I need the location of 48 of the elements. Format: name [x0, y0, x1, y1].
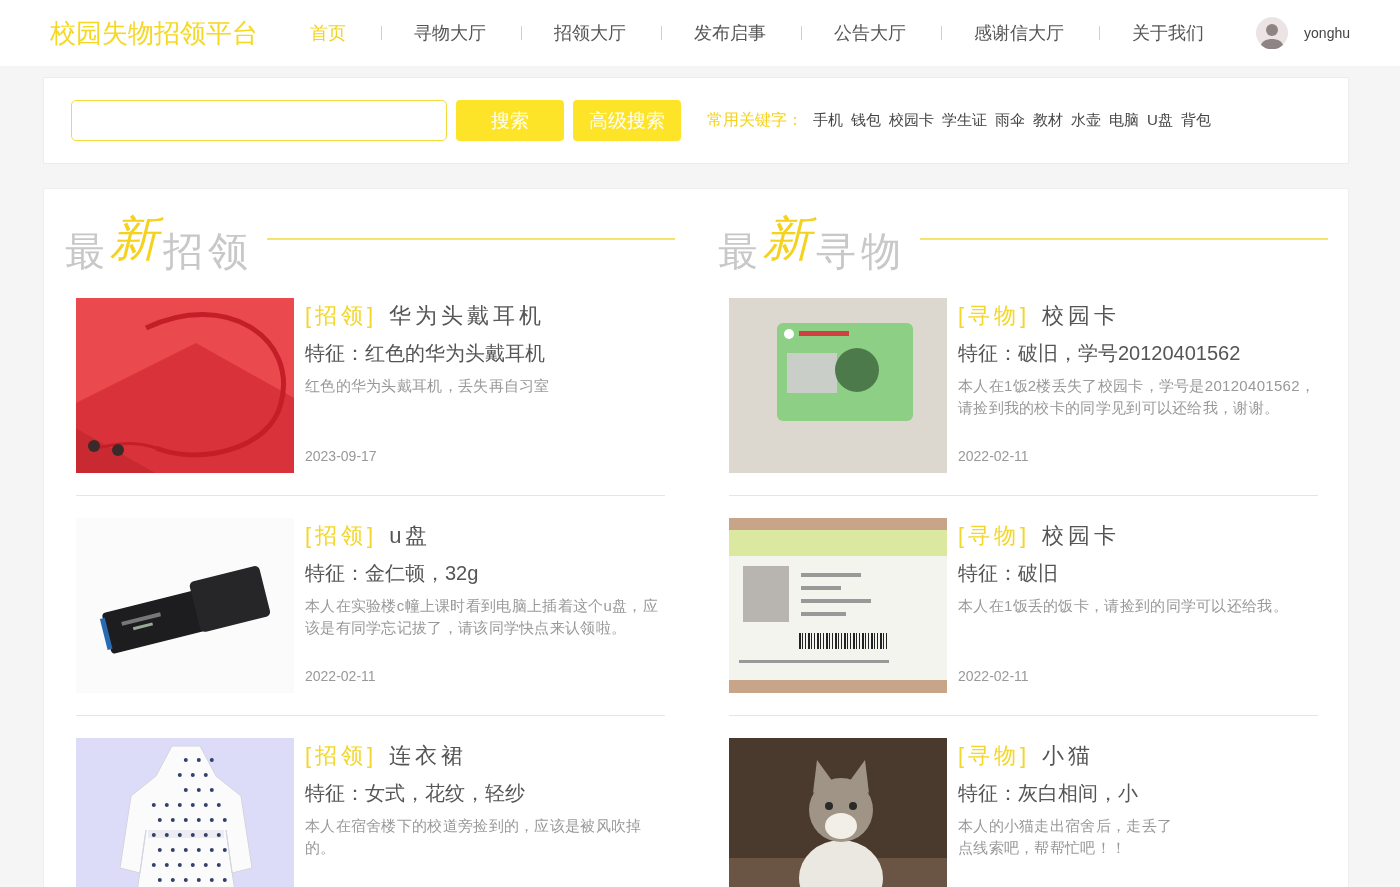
keyword-link[interactable]: 水壶	[1071, 111, 1101, 130]
category-tag: [寻物]	[958, 301, 1031, 331]
search-field[interactable]	[71, 100, 447, 141]
category-tag: [寻物]	[958, 741, 1031, 771]
keyword-link[interactable]: 教材	[1033, 111, 1063, 130]
item-title[interactable]: u盘	[389, 521, 432, 551]
nav-link[interactable]: 关于我们	[1132, 21, 1204, 45]
keyword-link[interactable]: 校园卡	[889, 111, 934, 130]
username-label[interactable]: yonghu	[1304, 25, 1350, 41]
item-feature: 特征：破旧，学号20120401562	[958, 341, 1242, 366]
item-title[interactable]: 连衣裙	[389, 741, 468, 771]
nav-link[interactable]: 发布启事	[694, 21, 766, 45]
item-description: 本人的小猫走出宿舍后，走丢了 点线索吧，帮帮忙吧！！	[958, 816, 1174, 858]
item-date: 2023-09-17	[305, 448, 378, 466]
keyword-link[interactable]: 电脑	[1109, 111, 1139, 130]
category-tag: [寻物]	[958, 521, 1031, 551]
item-description: 红色的华为头戴耳机，丢失再自习室	[305, 376, 551, 396]
item-title[interactable]: 校园卡	[1042, 521, 1121, 551]
keyword-link[interactable]: 雨伞	[995, 111, 1025, 130]
category-tag: [招领]	[305, 301, 378, 331]
keyword-link[interactable]: 钱包	[851, 111, 881, 130]
item-feature: 特征：女式，花纹，轻纱	[305, 781, 526, 806]
item-description: 本人在宿舍楼下的校道旁捡到的，应该是被风吹掉的。	[305, 816, 643, 858]
keyword-link[interactable]: 背包	[1180, 111, 1211, 130]
item-description: 本人在1饭2楼丢失了校园卡，学号是20120401562，请捡到我的校卡的同学见到可以还给我，谢谢。	[958, 376, 1317, 418]
nav-link[interactable]: 公告大厅	[834, 21, 906, 45]
keyword-link[interactable]: U盘	[1147, 111, 1173, 130]
item-description: 本人在1饭丢的饭卡，请捡到的同学可以还给我。	[958, 596, 1289, 616]
item-feature: 特征：灰白相间，小	[958, 781, 1139, 806]
item-date: 2022-02-11	[958, 668, 1030, 686]
keywords-label: 常用关键字：	[707, 110, 803, 130]
keyword-link[interactable]: 手机	[813, 111, 843, 130]
nav-link[interactable]: 感谢信大厅	[974, 21, 1064, 45]
item-feature: 特征：破旧	[958, 561, 1059, 586]
item-date: 2022-02-11	[958, 448, 1030, 466]
item-title[interactable]: 校园卡	[1042, 301, 1121, 331]
item-feature: 特征：红色的华为头戴耳机	[305, 341, 546, 366]
avatar-icon[interactable]	[1256, 17, 1289, 49]
nav-link[interactable]: 招领大厅	[554, 21, 626, 45]
keyword-link[interactable]: 学生证	[942, 111, 987, 130]
item-title[interactable]: 小猫	[1042, 741, 1095, 771]
category-tag: [招领]	[305, 521, 378, 551]
item-description: 本人在实验楼c幢上课时看到电脑上插着这个u盘，应该是有同学忘记拔了，请该同学快点来认领啦。	[305, 596, 660, 638]
item-title[interactable]: 华为头戴耳机	[389, 301, 546, 331]
category-tag: [招领]	[305, 741, 378, 771]
item-date: 2022-02-11	[305, 668, 377, 686]
nav-link[interactable]: 寻物大厅	[414, 21, 486, 45]
item-feature: 特征：金仁顿，32g	[305, 561, 480, 586]
